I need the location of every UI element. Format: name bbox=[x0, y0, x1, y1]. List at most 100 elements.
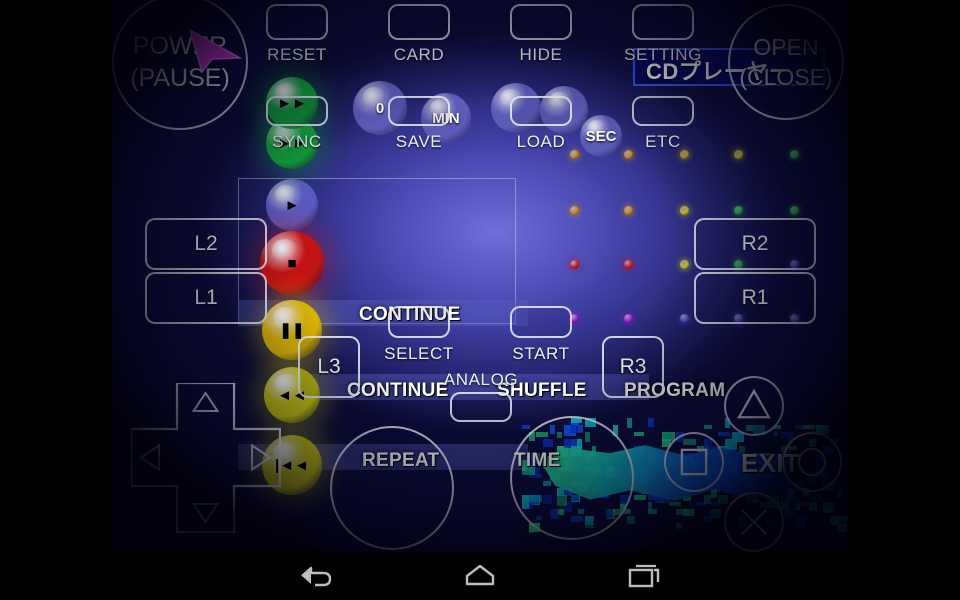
overlay-button-load[interactable] bbox=[510, 96, 572, 126]
overlay-button-r2[interactable]: R2 bbox=[694, 218, 816, 270]
overlay-button-r1-label: R1 bbox=[741, 286, 769, 309]
stop-sphere[interactable]: ■ bbox=[260, 231, 324, 295]
overlay-button-l1-label: L1 bbox=[194, 286, 218, 309]
led-dot bbox=[680, 260, 689, 269]
overlay-button-analog[interactable] bbox=[450, 392, 512, 422]
glitch-pixel bbox=[627, 516, 635, 524]
glitch-pixel bbox=[725, 481, 733, 488]
overlay-label-save: SAVE bbox=[395, 132, 443, 151]
overlay-button-save[interactable] bbox=[388, 96, 450, 126]
led-dot bbox=[570, 260, 579, 269]
glitch-pixel bbox=[767, 481, 779, 486]
cross-glyph-icon bbox=[741, 509, 767, 535]
back-icon[interactable] bbox=[292, 552, 340, 600]
play-sphere-glyph: ► bbox=[284, 196, 300, 214]
overlay-label-start: START bbox=[512, 344, 570, 363]
glitch-pixel bbox=[711, 509, 721, 518]
play-sphere[interactable]: ► bbox=[266, 179, 318, 231]
sec-sphere[interactable]: SEC bbox=[580, 115, 622, 157]
led-dot bbox=[680, 150, 689, 159]
glitch-pixel bbox=[634, 446, 644, 453]
overlay-button-etc[interactable] bbox=[632, 96, 694, 126]
glitch-pixel bbox=[837, 516, 848, 520]
overlay-circle-button[interactable] bbox=[782, 432, 842, 492]
overlay-label-sync: SYNC bbox=[272, 132, 322, 151]
square-glyph-icon bbox=[680, 448, 708, 476]
dpad-cross-outline bbox=[131, 383, 281, 533]
overlay-button-r2-label: R2 bbox=[741, 232, 769, 255]
recents-icon[interactable] bbox=[620, 552, 668, 600]
app-window: 0 MIN SEC ► ►► ►► ■ ❚❚ ◄◄ |◄◄ CONTINUE CONTINUE SHU… bbox=[0, 0, 960, 600]
glitch-pixel bbox=[648, 418, 654, 427]
glitch-pixel bbox=[522, 425, 530, 429]
glitch-pixel bbox=[648, 460, 655, 466]
overlay-button-l3[interactable]: L3 bbox=[298, 336, 360, 398]
led-dot bbox=[790, 150, 799, 159]
emulator-screen[interactable]: 0 MIN SEC ► ►► ►► ■ ❚❚ ◄◄ |◄◄ CONTINUE CONTINUE SHU… bbox=[112, 0, 848, 552]
overlay-triangle-button[interactable] bbox=[724, 376, 784, 436]
overlay-left-analog-stick[interactable] bbox=[330, 426, 454, 550]
glitch-pixel bbox=[704, 495, 711, 504]
glitch-pixel bbox=[648, 502, 652, 513]
overlay-button-reset[interactable] bbox=[266, 4, 328, 40]
overlay-button-l2[interactable]: L2 bbox=[145, 218, 267, 270]
glitch-pixel bbox=[823, 509, 832, 513]
led-dot bbox=[624, 260, 633, 269]
overlay-button-sync[interactable] bbox=[266, 96, 328, 126]
overlay-square-button[interactable] bbox=[664, 432, 724, 492]
glitch-pixel bbox=[627, 418, 632, 428]
overlay-dpad[interactable] bbox=[131, 383, 281, 533]
overlay-button-card[interactable] bbox=[388, 4, 450, 40]
overlay-label-load: LOAD bbox=[516, 132, 566, 151]
overlay-right-analog-stick[interactable] bbox=[510, 416, 634, 540]
overlay-button-l1[interactable]: L1 bbox=[145, 272, 267, 324]
overlay-label-setting: SETTING bbox=[624, 45, 702, 64]
glitch-pixel bbox=[676, 509, 687, 515]
overlay-button-select[interactable] bbox=[388, 306, 450, 338]
overlay-cross-button[interactable] bbox=[724, 492, 784, 552]
glitch-pixel bbox=[641, 467, 648, 472]
glitch-pixel bbox=[676, 523, 682, 529]
glitch-pixel bbox=[634, 495, 646, 500]
open-label-line2: (CLOSE) bbox=[739, 64, 833, 90]
android-navigation-bar[interactable] bbox=[0, 552, 960, 600]
led-dot bbox=[624, 314, 633, 323]
overlay-button-r3[interactable]: R3 bbox=[602, 336, 664, 398]
glitch-pixel bbox=[781, 502, 790, 512]
glitch-pixel bbox=[711, 502, 720, 506]
triangle-glyph-icon bbox=[737, 388, 771, 419]
led-dot bbox=[734, 150, 743, 159]
glitch-pixel bbox=[809, 502, 817, 511]
glitch-pixel bbox=[725, 460, 735, 467]
overlay-button-start[interactable] bbox=[510, 306, 572, 338]
overlay-button-setting[interactable] bbox=[632, 4, 694, 40]
overlay-open-button[interactable] bbox=[728, 4, 844, 120]
glitch-pixel bbox=[683, 509, 694, 516]
glitch-pixel bbox=[669, 502, 681, 506]
glitch-pixel bbox=[823, 502, 835, 512]
mouse-cursor-pointer bbox=[188, 28, 242, 74]
glitch-pixel bbox=[788, 495, 799, 503]
circle-glyph-icon bbox=[797, 447, 827, 477]
overlay-button-hide[interactable] bbox=[510, 4, 572, 40]
glitch-pixel bbox=[634, 432, 644, 436]
glitch-pixel bbox=[795, 502, 800, 511]
sec-sphere-glyph: SEC bbox=[585, 127, 617, 145]
led-dot bbox=[570, 206, 579, 215]
overlay-button-r1[interactable]: R1 bbox=[694, 272, 816, 324]
overlay-label-select: SELECT bbox=[384, 344, 454, 363]
app-label-continue[interactable]: CONTINUE bbox=[347, 380, 449, 402]
overlay-label-etc: ETC bbox=[645, 132, 681, 151]
led-dot bbox=[570, 150, 579, 159]
glitch-pixel bbox=[641, 474, 649, 482]
home-icon[interactable] bbox=[456, 552, 504, 600]
glitch-pixel bbox=[697, 502, 706, 506]
glitch-pixel bbox=[704, 516, 712, 522]
glitch-pixel bbox=[641, 481, 649, 486]
led-dot bbox=[680, 314, 689, 323]
glitch-pixel bbox=[683, 495, 691, 501]
glitch-pixel bbox=[655, 495, 664, 503]
glitch-pixel bbox=[732, 467, 737, 477]
glitch-pixel bbox=[648, 453, 658, 463]
glitch-pixel bbox=[662, 495, 671, 503]
